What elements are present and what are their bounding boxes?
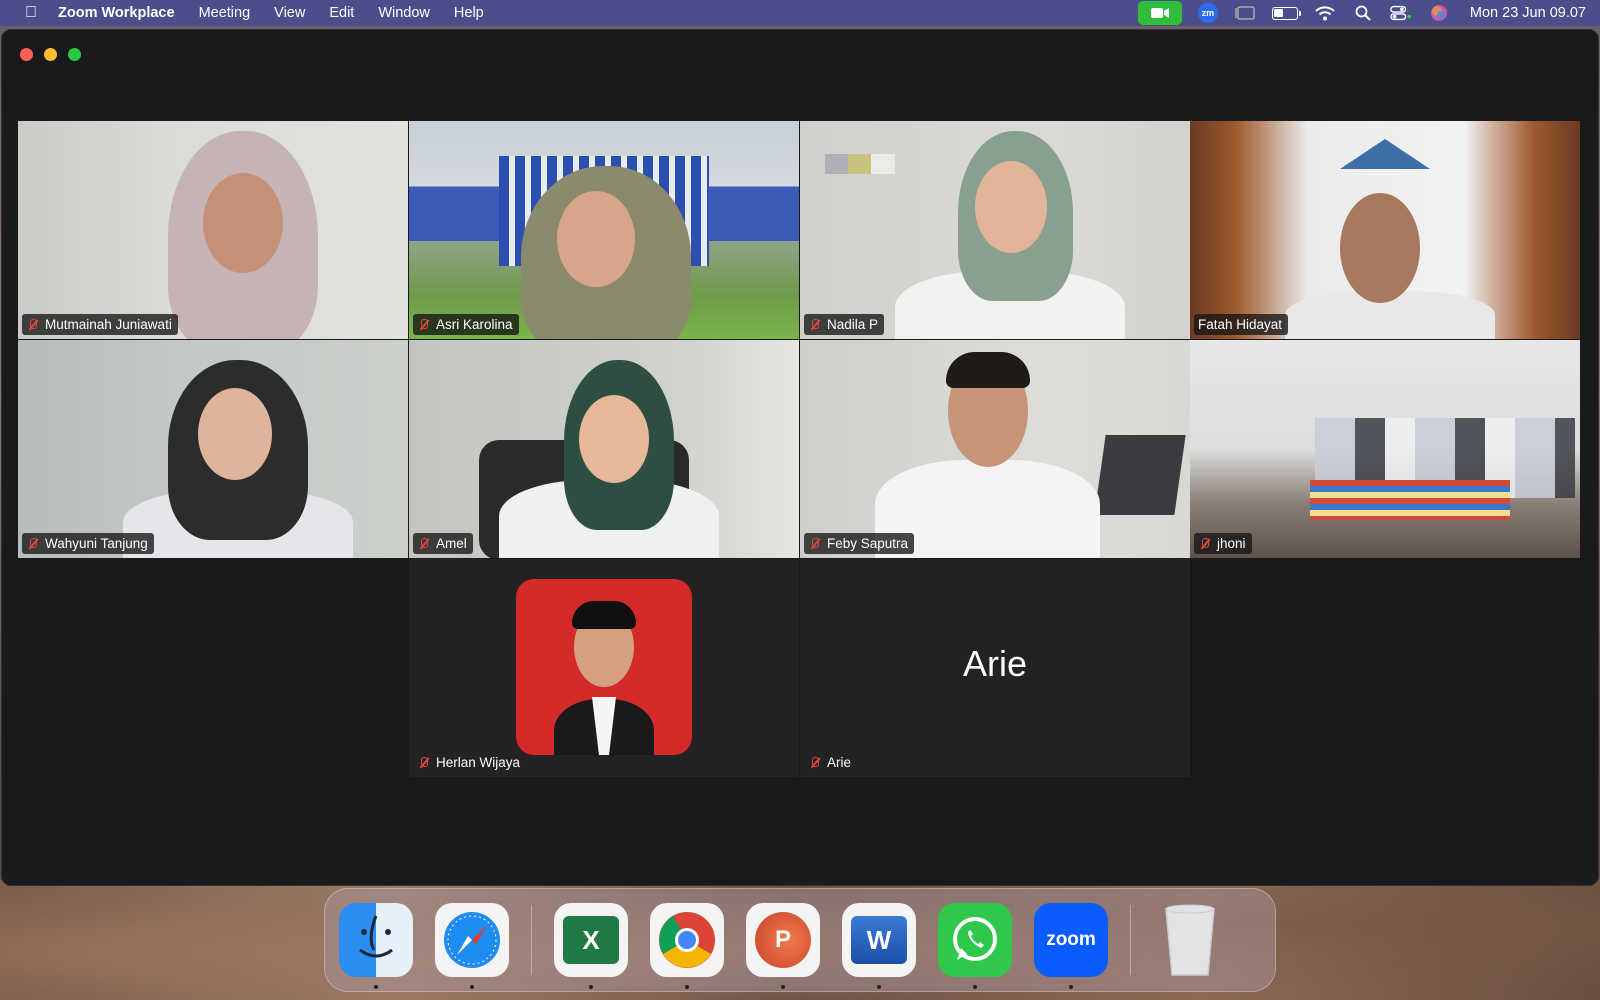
participant-tile[interactable]: Mutmainah Juniawati bbox=[18, 121, 408, 339]
participant-name-label: Asri Karolina bbox=[413, 314, 519, 335]
participant-tile-camera-off[interactable]: Arie Arie bbox=[800, 559, 1190, 777]
excel-glyph: X bbox=[563, 916, 619, 964]
participant-name-label: Amel bbox=[413, 533, 473, 554]
trash-icon[interactable] bbox=[1153, 903, 1227, 977]
menu-view[interactable]: View bbox=[274, 5, 305, 21]
menubar-clock[interactable]: Mon 23 Jun 09.07 bbox=[1470, 5, 1586, 21]
camera-in-use-icon[interactable] bbox=[1137, 1, 1182, 25]
mic-muted-icon bbox=[808, 537, 822, 551]
word-glyph: W bbox=[851, 916, 907, 964]
control-center-icon[interactable] bbox=[1390, 5, 1412, 21]
excel-icon[interactable]: X bbox=[554, 903, 628, 989]
profile-picture bbox=[516, 579, 692, 755]
mic-muted-icon bbox=[26, 537, 40, 551]
zoom-glyph: zoom bbox=[1046, 929, 1096, 950]
menu-help[interactable]: Help bbox=[454, 5, 484, 21]
safari-icon[interactable] bbox=[435, 903, 509, 989]
apple-icon[interactable]:  bbox=[14, 4, 48, 22]
menu-app-name[interactable]: Zoom Workplace bbox=[58, 5, 175, 21]
participant-name-label: Wahyuni Tanjung bbox=[22, 533, 154, 554]
zoom-status-icon[interactable]: zm bbox=[1197, 3, 1218, 23]
menu-window[interactable]: Window bbox=[378, 5, 430, 21]
chrome-icon[interactable] bbox=[650, 903, 724, 989]
dock: X P W zoom bbox=[324, 888, 1276, 992]
zoom-icon[interactable]: zoom bbox=[1034, 903, 1108, 989]
menu-meeting[interactable]: Meeting bbox=[199, 5, 251, 21]
participant-name-label: Fatah Hidayat bbox=[1194, 314, 1289, 335]
mic-muted-icon bbox=[417, 318, 431, 332]
close-window-button[interactable] bbox=[20, 48, 33, 61]
gallery-view: Mutmainah Juniawati Asri Karolina Nadila… bbox=[18, 121, 1583, 781]
participant-tile[interactable]: Asri Karolina bbox=[409, 121, 799, 339]
mic-muted-icon bbox=[417, 756, 431, 770]
powerpoint-icon[interactable]: P bbox=[746, 903, 820, 989]
menu-edit[interactable]: Edit bbox=[329, 5, 354, 21]
siri-icon[interactable] bbox=[1428, 5, 1450, 21]
participant-tile-active-speaker[interactable]: Fatah Hidayat bbox=[1190, 121, 1580, 339]
wifi-icon[interactable] bbox=[1314, 5, 1336, 21]
participant-tile[interactable]: Amel bbox=[409, 340, 799, 558]
whatsapp-icon[interactable] bbox=[938, 903, 1012, 989]
camera-off-name: Arie bbox=[962, 643, 1028, 684]
participant-name-label: Herlan Wijaya bbox=[413, 752, 526, 773]
powerpoint-glyph: P bbox=[755, 912, 811, 968]
word-icon[interactable]: W bbox=[842, 903, 916, 989]
participant-tile[interactable]: Wahyuni Tanjung bbox=[18, 340, 408, 558]
participant-name-label: Arie bbox=[804, 752, 857, 773]
mic-muted-icon bbox=[26, 318, 40, 332]
mic-muted-icon bbox=[808, 756, 822, 770]
participant-tile[interactable]: Feby Saputra bbox=[800, 340, 1190, 558]
spotlight-search-icon[interactable] bbox=[1352, 5, 1374, 21]
participant-tile[interactable]: Herlan Wijaya bbox=[409, 559, 799, 777]
mic-muted-icon bbox=[808, 318, 822, 332]
dock-separator bbox=[531, 905, 532, 975]
minimize-window-button[interactable] bbox=[44, 48, 57, 61]
battery-icon[interactable] bbox=[1271, 6, 1301, 20]
participant-tile[interactable]: Nadila P bbox=[800, 121, 1190, 339]
mic-muted-icon bbox=[1198, 537, 1212, 551]
dock-separator bbox=[1130, 905, 1131, 975]
menu-bar:  Zoom Workplace Meeting View Edit Windo… bbox=[0, 0, 1600, 26]
participant-tile[interactable]: jhoni bbox=[1190, 340, 1580, 558]
finder-icon[interactable] bbox=[339, 903, 413, 989]
participant-name-label: jhoni bbox=[1194, 533, 1252, 554]
participant-name-label: Feby Saputra bbox=[804, 533, 915, 554]
window-controls bbox=[20, 48, 81, 61]
maximize-window-button[interactable] bbox=[68, 48, 81, 61]
participant-name-label: Nadila P bbox=[804, 314, 885, 335]
mic-muted-icon bbox=[417, 537, 431, 551]
screen-mirroring-icon[interactable] bbox=[1234, 5, 1256, 21]
participant-name-label: Mutmainah Juniawati bbox=[22, 314, 178, 335]
